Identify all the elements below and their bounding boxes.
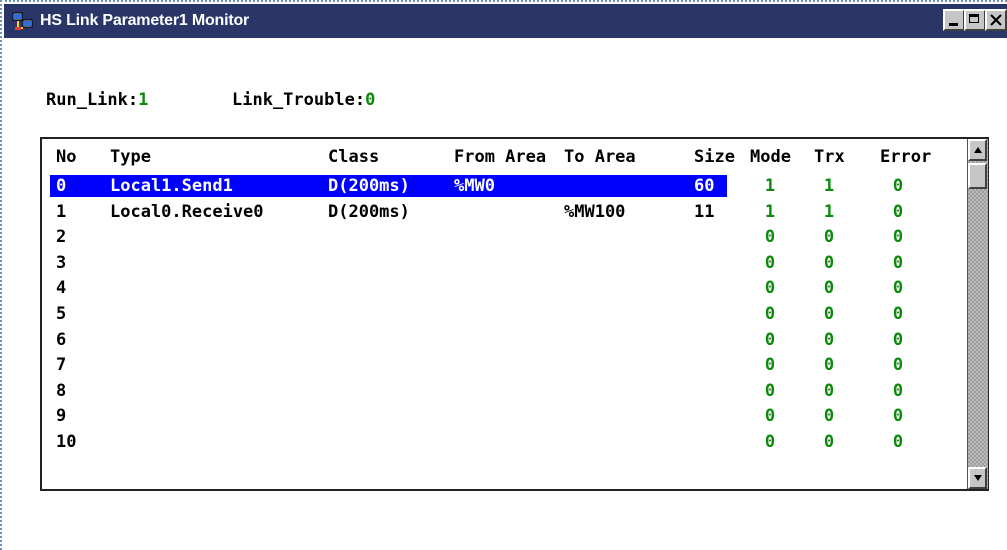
table-row[interactable]: 3 0 0 0 [42,252,967,274]
cell-to-area: %MW100 [564,201,626,222]
column-header-trx: Trx [814,147,845,167]
cell-size: 60 [694,176,715,196]
cell-trx: 0 [823,355,835,376]
cell-trx: 0 [823,406,835,427]
arrow-down-icon [974,475,982,481]
cell-trx: 1 [823,176,835,196]
cell-no: 9 [56,406,67,427]
cell-no: 2 [56,227,67,248]
cell-error: 0 [892,329,904,350]
column-header-no: No [56,147,77,167]
monitor-window: HS Link Parameter1 Monitor Run_Link:1 Li… [0,0,1007,550]
title-bar[interactable]: HS Link Parameter1 Monitor [4,4,1007,38]
table-row[interactable]: 9 0 0 0 [42,405,967,427]
scroll-down-button[interactable] [968,467,987,489]
cell-mode: 1 [764,201,776,222]
cell-size: 11 [694,201,715,222]
cell-mode: 1 [764,176,776,196]
table-row[interactable]: 10 0 0 0 [42,431,967,453]
column-header-type: Type [110,147,151,167]
cell-mode: 0 [764,355,776,376]
column-header-size: Size [694,147,735,167]
table-row[interactable]: 5 0 0 0 [42,303,967,325]
cell-mode: 0 [764,406,776,427]
cell-error: 0 [892,432,904,452]
table-row[interactable]: 8 0 0 0 [42,380,967,402]
window-title: HS Link Parameter1 Monitor [40,12,250,29]
cell-no: 8 [56,380,67,401]
cell-trx: 1 [823,201,835,222]
run-link-value: 1 [138,90,149,110]
cell-trx: 0 [823,304,835,324]
close-icon [990,14,1002,26]
close-button[interactable] [985,9,1007,31]
cell-mode: 0 [764,329,776,350]
cell-error: 0 [892,355,904,376]
cell-trx: 0 [823,252,835,273]
column-header-class: Class [328,147,380,167]
cell-trx: 0 [823,227,835,248]
cell-type: Local1.Send1 [110,176,233,196]
cell-error: 0 [892,380,904,401]
maximize-button[interactable] [964,9,986,31]
cell-no: 7 [56,355,67,376]
cell-no: 5 [56,304,67,324]
cell-mode: 0 [764,304,776,324]
scrollbar-thumb[interactable] [968,163,987,189]
cell-no: 0 [56,176,67,196]
cell-error: 0 [892,304,904,324]
column-header-error: Error [880,147,932,167]
app-icon[interactable] [12,11,34,31]
table-row[interactable]: 0 Local1.Send1 D(200ms) %MW0 60 1 1 0 [42,175,967,197]
table-row[interactable]: 1 Local0.Receive0 D(200ms) %MW100 11 1 1 0 [42,201,967,223]
minimize-button[interactable] [943,9,965,31]
table-row[interactable]: 2000 [42,226,967,248]
cell-mode: 0 [764,227,776,248]
run-link-status: Run_Link:1 [46,90,148,110]
cell-mode: 0 [764,432,776,452]
cell-no: 10 [56,432,77,452]
run-link-label: Run_Link: [46,90,139,110]
column-header-mode: Mode [750,147,791,167]
table-row[interactable]: 7 0 0 0 [42,354,967,376]
cell-trx: 0 [823,380,835,401]
cell-mode: 0 [764,252,776,273]
cell-type: Local0.Receive0 [110,201,264,222]
link-trouble-value: 0 [365,90,376,110]
cell-no: 6 [56,329,67,350]
cell-mode: 0 [764,278,776,299]
column-header-from-area: From Area [454,147,547,167]
cell-error: 0 [892,227,904,248]
cell-error: 0 [892,252,904,273]
cell-error: 0 [892,278,904,299]
cell-class: D(200ms) [328,176,410,196]
link-parameter-table: No Type Class From Area To Area Size Mod… [40,137,989,491]
cell-trx: 0 [823,329,835,350]
table-row[interactable]: 4 0 0 0 [42,277,967,299]
cell-trx: 0 [823,278,835,299]
cell-error: 0 [892,201,904,222]
link-trouble-status: Link_Trouble:0 [232,90,375,110]
link-trouble-label: Link_Trouble: [232,90,366,110]
cell-mode: 0 [764,380,776,401]
cell-class: D(200ms) [328,201,410,222]
arrow-up-icon [974,147,982,153]
cell-from-area: %MW0 [454,176,495,196]
cell-no: 3 [56,252,67,273]
table-row[interactable]: 6 0 0 0 [42,329,967,351]
cell-error: 0 [892,176,904,196]
cell-error: 0 [892,406,904,427]
cell-no: 1 [56,201,67,222]
column-header-to-area: To Area [564,147,636,167]
scroll-up-button[interactable] [968,139,987,161]
cell-trx: 0 [823,432,835,452]
vertical-scrollbar[interactable] [967,139,988,489]
cell-no: 4 [56,278,67,299]
